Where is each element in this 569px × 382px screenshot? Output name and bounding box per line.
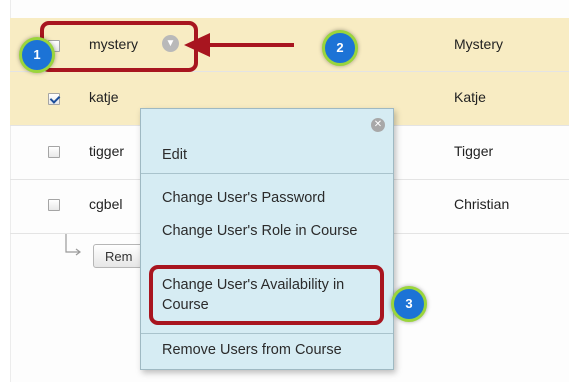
username-cell[interactable]: katje <box>89 89 119 105</box>
menu-divider <box>141 173 393 174</box>
menu-divider <box>141 333 393 334</box>
row-select-checkbox[interactable] <box>48 146 60 158</box>
first-name-cell: Mystery <box>454 36 503 52</box>
first-name-cell: Tigger <box>454 143 494 159</box>
menu-item-remove-users[interactable]: Remove Users from Course <box>162 340 342 360</box>
row-select-checkbox[interactable] <box>48 93 60 105</box>
menu-item-change-role[interactable]: Change User's Role in Course <box>162 221 362 241</box>
callout-badge: 1 <box>19 37 55 73</box>
callout-highlight-box <box>40 21 198 72</box>
first-name-cell: Christian <box>454 196 510 212</box>
elbow-arrow-icon <box>65 234 81 256</box>
row-select-checkbox[interactable] <box>48 199 60 211</box>
callout-arrow-icon <box>184 33 294 57</box>
close-icon[interactable]: ✕ <box>371 118 385 132</box>
callout-badge: 2 <box>322 30 358 66</box>
menu-item-edit[interactable]: Edit <box>162 145 187 165</box>
first-name-cell: Katje <box>454 89 486 105</box>
username-cell[interactable]: cgbel <box>89 196 122 212</box>
callout-badge: 3 <box>391 286 427 322</box>
menu-item-change-password[interactable]: Change User's Password <box>162 188 325 208</box>
user-context-menu: ✕ Edit Change User's Password Change Use… <box>140 108 394 370</box>
username-cell[interactable]: tigger <box>89 143 124 159</box>
callout-highlight-box <box>149 265 384 325</box>
